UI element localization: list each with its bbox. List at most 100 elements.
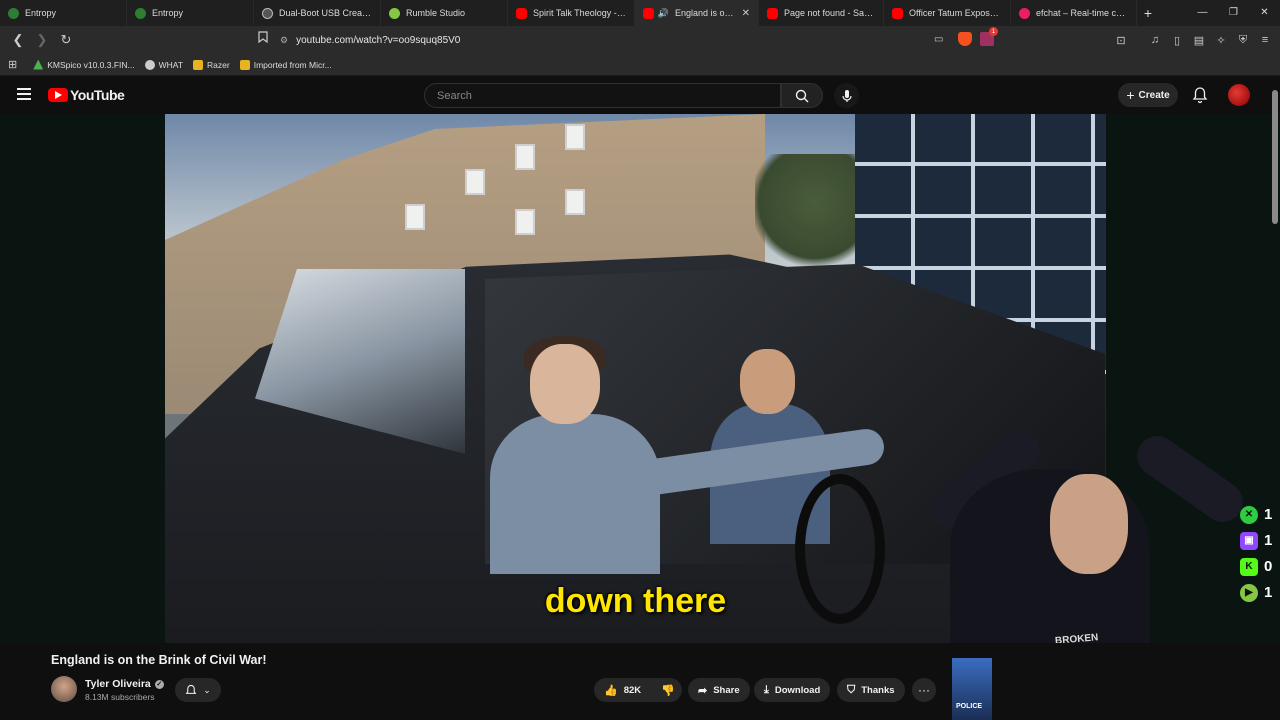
vpn-icon[interactable]: ⛨ (1236, 30, 1250, 50)
subscription-notification-button[interactable]: ⌄ (175, 678, 221, 702)
forward-icon[interactable]: ❯ (32, 30, 52, 50)
more-actions-icon[interactable]: ··· (912, 678, 936, 702)
openai-icon (262, 7, 273, 19)
notifications-bell-icon[interactable] (1192, 86, 1208, 104)
restore-button[interactable]: ❐ (1218, 0, 1249, 26)
youtube-icon (892, 7, 903, 19)
rumble-icon (389, 7, 400, 19)
stat-twitch: ▣ 1 (1240, 530, 1280, 551)
apps-grid-icon[interactable]: ⊞ (8, 58, 17, 71)
folder-icon (193, 59, 204, 70)
tab-rumble-studio[interactable]: Rumble Studio (381, 0, 508, 26)
new-tab-button[interactable]: + (1137, 5, 1159, 21)
tab-sans-cor[interactable]: Page not found - Sans Cor (759, 0, 884, 26)
account-avatar[interactable] (1228, 84, 1250, 106)
minimize-button[interactable]: — (1187, 0, 1218, 26)
close-tab-icon[interactable]: ✕ (742, 8, 750, 19)
wallet-icon[interactable]: ▤ (1192, 30, 1206, 50)
share-icon: ➦ (698, 684, 708, 697)
download-button[interactable]: ⤓ Download (754, 678, 831, 702)
thumbs-down-icon: 👎 (661, 684, 675, 697)
tab-entropy-2[interactable]: Entropy (127, 0, 254, 26)
stat-kick: K 0 (1240, 556, 1280, 577)
entropy-icon (8, 7, 19, 19)
thanks-button[interactable]: ⛉ Thanks (837, 678, 905, 702)
building-window (515, 209, 535, 235)
channel-avatar[interactable] (51, 676, 77, 702)
window-controls: — ❐ ✕ (1187, 0, 1280, 26)
screenshot-icon[interactable]: ⊡ (1114, 30, 1128, 50)
bookmark-imported[interactable]: Imported from Micr... (239, 59, 332, 70)
hamburger-menu-icon[interactable] (17, 88, 31, 100)
bookmark-icon[interactable] (258, 31, 268, 46)
globe-icon (144, 59, 155, 70)
address-bar-row: ❮ ❯ ↻ ⚙ youtube.com/watch?v=oo9squq85V0 … (0, 26, 1280, 54)
channel-name[interactable]: Tyler Oliveira ✓ (85, 678, 164, 690)
tab-england-active[interactable]: 🔊 England is on the B ✕ (635, 0, 759, 26)
streamer-arm (1129, 428, 1251, 530)
menu-icon[interactable]: ≡ (1258, 30, 1272, 50)
building-window (565, 189, 585, 215)
like-button[interactable]: 👍 82K (594, 678, 651, 702)
tab-officer-tatum[interactable]: Officer Tatum Exposes MA (884, 0, 1011, 26)
x-icon: ✕ (1240, 505, 1258, 524)
create-button[interactable]: + Create (1118, 83, 1178, 107)
download-icon: ⤓ (764, 683, 769, 696)
browser-tab-bar: Entropy Entropy Dual-Boot USB Creation G… (0, 0, 1280, 26)
building-window (565, 124, 585, 150)
chevron-down-icon: ⌄ (203, 684, 211, 695)
video-title: England is on the Brink of Civil War! (51, 653, 267, 667)
stat-x: ✕ 1 (1240, 504, 1280, 525)
brave-shield-icon[interactable] (958, 32, 972, 46)
stat-rumble: ▶ 1 (1240, 582, 1280, 603)
reload-icon[interactable]: ↻ (56, 30, 76, 50)
close-window-button[interactable]: ✕ (1249, 0, 1280, 26)
bookmark-kmspico[interactable]: KMSpico v10.0.3.FIN... (33, 59, 135, 70)
toolbar-icons: ⊡ ♫ ▯ ▤ ✧ ⛨ ≡ (1114, 30, 1272, 50)
youtube-play-icon (48, 88, 68, 102)
voice-search-button[interactable] (834, 83, 859, 108)
separator (1136, 30, 1140, 50)
dislike-button[interactable]: 👎 (651, 678, 685, 702)
entropy-icon (135, 7, 146, 19)
site-info-icon[interactable]: ⚙ (280, 35, 288, 46)
kick-icon: K (1240, 557, 1258, 576)
search-input[interactable]: Search (424, 83, 781, 108)
back-icon[interactable]: ❮ (8, 30, 28, 50)
plus-icon: + (1126, 87, 1135, 103)
tab-efchat[interactable]: efchat – Real-time chat, en (1011, 0, 1137, 26)
bookmarks-bar: ⊞ KMSpico v10.0.3.FIN... WHAT Razer Impo… (0, 54, 1280, 76)
recommended-video-thumbnail[interactable]: POLICE (952, 658, 992, 720)
building-window (405, 204, 425, 230)
rewards-badge: 1 (989, 27, 998, 36)
video-player[interactable]: down there BROKEN ✕ 1 ▣ 1 K 0 ▶ 1 (0, 114, 1280, 643)
search-button[interactable] (781, 83, 823, 108)
like-dislike-group: 👍 82K 👎 (594, 678, 682, 702)
leo-ai-icon[interactable]: ✧ (1214, 30, 1228, 50)
search-icon (795, 89, 809, 102)
thumbs-up-icon: 👍 (604, 684, 618, 697)
bookmark-what[interactable]: WHAT (144, 59, 183, 70)
youtube-header: YouTube Search + Create (0, 76, 1280, 114)
bookmark-razer[interactable]: Razer (193, 59, 230, 70)
youtube-logo[interactable]: YouTube (48, 87, 125, 103)
youtube-icon (516, 7, 527, 19)
tab-entropy-1[interactable]: Entropy (0, 0, 127, 26)
verified-icon: ✓ (154, 679, 164, 689)
page-scrollbar[interactable] (1272, 90, 1278, 224)
thanks-icon: ⛉ (847, 683, 856, 696)
speaker-icon: 🔊 (657, 7, 670, 18)
share-button[interactable]: ➦ Share (688, 678, 750, 702)
subscriber-count: 8.13M subscribers (85, 692, 155, 702)
brave-rewards-icon[interactable]: 1 (980, 27, 998, 46)
tab-dual-boot[interactable]: Dual-Boot USB Creation G (254, 0, 381, 26)
bell-icon (185, 684, 197, 694)
url-field[interactable]: ⚙ youtube.com/watch?v=oo9squq85V0 (280, 30, 1000, 50)
cast-icon[interactable]: ▭ (934, 34, 943, 45)
twitch-icon: ▣ (1240, 531, 1258, 550)
video-driver (490, 336, 660, 574)
tab-spirit-talk[interactable]: Spirit Talk Theology - YouT (508, 0, 635, 26)
sidebar-icon[interactable]: ▯ (1170, 30, 1184, 50)
streamer-webcam: BROKEN (900, 421, 1280, 643)
media-icon[interactable]: ♫ (1148, 30, 1162, 50)
